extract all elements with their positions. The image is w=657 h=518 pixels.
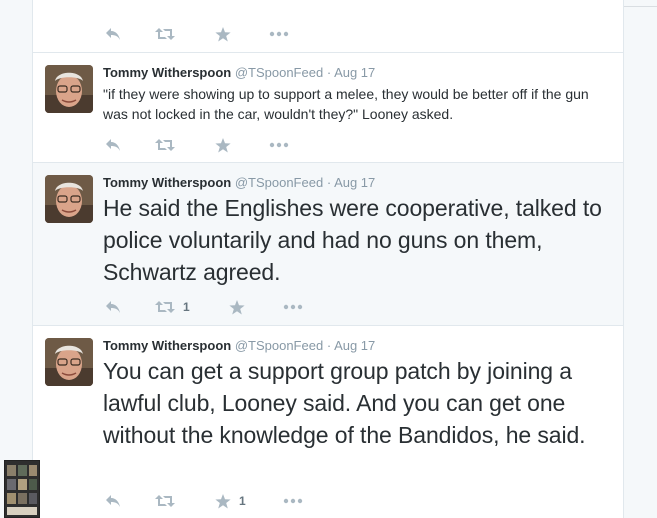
avatar[interactable] (45, 175, 93, 223)
reply-icon (106, 495, 120, 507)
tweet-header: Tommy Witherspoon @TSpoonFeed · Aug 17 (103, 65, 375, 80)
tweet[interactable]: Tommy Witherspoon @TSpoonFeed · Aug 17 H… (33, 163, 623, 326)
retweet-icon (155, 139, 175, 151)
favorite-star-icon (215, 26, 231, 41)
retweet-count: 1 (183, 300, 190, 314)
fullname[interactable]: Tommy Witherspoon (103, 338, 231, 353)
retweet-button[interactable] (155, 24, 175, 44)
tweet[interactable]: Tommy Witherspoon @TSpoonFeed · Aug 17 Y… (33, 326, 623, 518)
separator: · (326, 65, 332, 80)
more-button[interactable] (283, 297, 303, 317)
tweet[interactable]: Tommy Witherspoon @TSpoonFeed · Aug 17 "… (33, 53, 623, 163)
fullname[interactable]: Tommy Witherspoon (103, 65, 231, 80)
tweet-header: Tommy Witherspoon @TSpoonFeed · Aug 17 (103, 175, 375, 190)
thumbnail-image[interactable] (4, 460, 40, 518)
timestamp[interactable]: Aug 17 (334, 175, 375, 190)
reply-icon (106, 301, 120, 313)
more-dots-icon (269, 31, 289, 37)
tweet-text: He said the Englishes were cooperative, … (103, 195, 602, 285)
timestamp[interactable]: Aug 17 (334, 65, 375, 80)
more-dots-icon (269, 142, 289, 148)
more-button[interactable] (269, 135, 289, 155)
favorite-star-icon (215, 493, 231, 508)
reply-button[interactable] (105, 135, 121, 155)
more-button[interactable] (283, 491, 303, 511)
favorite-count: 1 (239, 494, 246, 508)
retweet-icon (155, 495, 175, 507)
more-dots-icon (283, 304, 303, 310)
separator: · (326, 175, 332, 190)
fullname[interactable]: Tommy Witherspoon (103, 175, 231, 190)
favorite-star-icon (215, 137, 231, 152)
reply-button[interactable] (105, 491, 121, 511)
previous-tweet (33, 0, 623, 53)
reply-icon (106, 28, 120, 40)
tweet-stream: Tommy Witherspoon @TSpoonFeed · Aug 17 "… (32, 0, 624, 518)
favorite-button[interactable]: 1 (215, 491, 246, 511)
more-dots-icon (283, 498, 303, 504)
avatar[interactable] (45, 338, 93, 386)
favorite-star-icon (229, 299, 245, 314)
timestamp[interactable]: Aug 17 (334, 338, 375, 353)
username[interactable]: @TSpoonFeed (235, 65, 323, 80)
avatar[interactable] (45, 65, 93, 113)
favorite-button[interactable] (215, 135, 239, 155)
retweet-icon (155, 301, 175, 313)
tweet-header: Tommy Witherspoon @TSpoonFeed · Aug 17 (103, 338, 375, 353)
favorite-button[interactable] (215, 24, 231, 44)
retweet-button[interactable]: 1 (155, 297, 190, 317)
reply-button[interactable] (105, 297, 121, 317)
retweet-button[interactable] (155, 135, 183, 155)
retweet-button[interactable] (155, 491, 183, 511)
tweet-text: "if they were showing up to support a me… (103, 86, 589, 122)
more-button[interactable] (269, 24, 289, 44)
reply-icon (106, 139, 120, 151)
tweet-text: You can get a support group patch by joi… (103, 358, 586, 448)
reply-button[interactable] (105, 24, 121, 44)
retweet-icon (155, 28, 175, 40)
separator: · (326, 338, 332, 353)
username[interactable]: @TSpoonFeed (235, 175, 323, 190)
username[interactable]: @TSpoonFeed (235, 338, 323, 353)
favorite-button[interactable] (229, 297, 253, 317)
